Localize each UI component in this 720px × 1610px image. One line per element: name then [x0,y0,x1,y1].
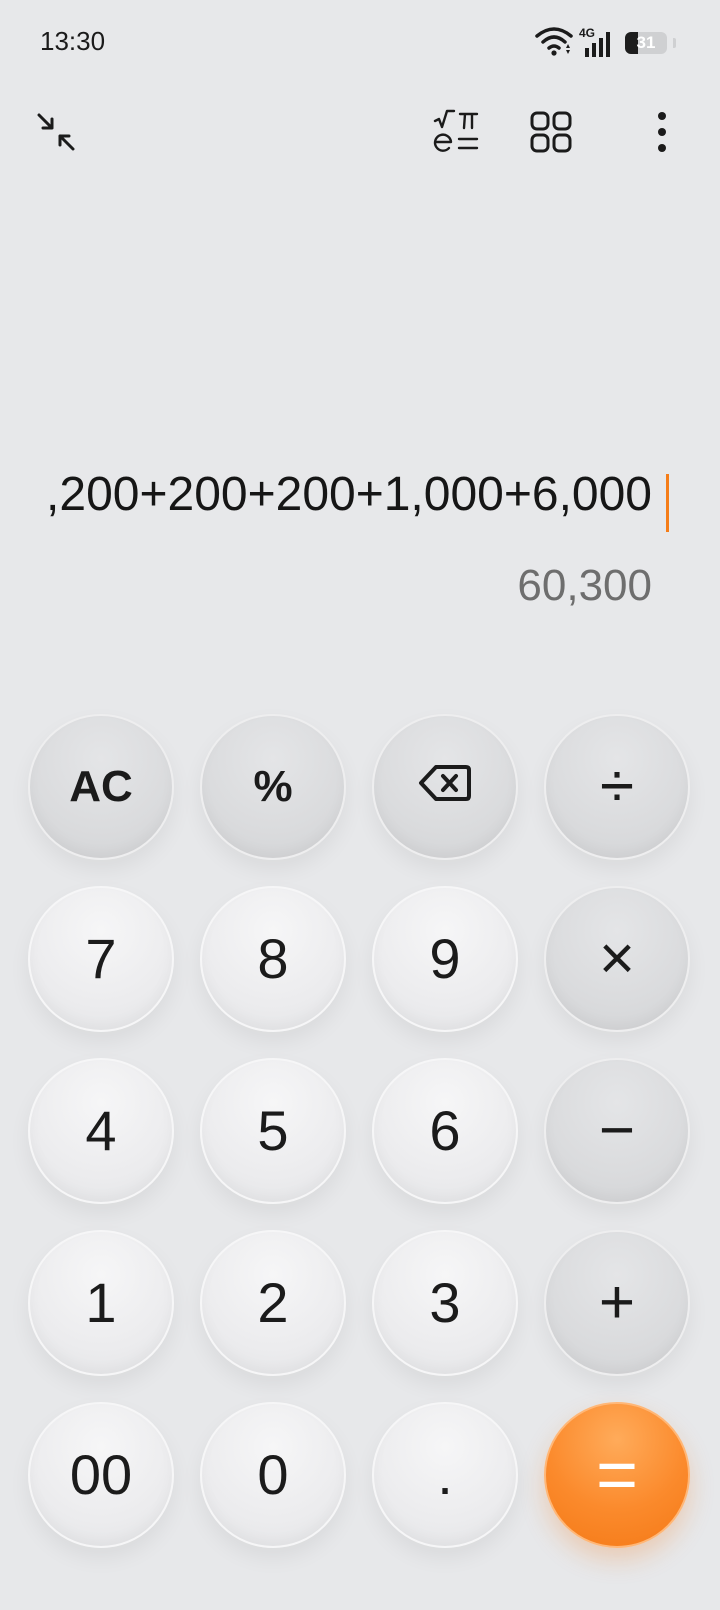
divide-button[interactable]: ÷ [544,714,690,860]
key-label: + [598,1268,636,1337]
key-label: 2 [257,1271,289,1334]
subtract-button[interactable]: − [544,1058,690,1204]
cellular-signal-icon: 4G [579,26,615,58]
key-label: 7 [85,927,117,990]
key-label: × [598,924,636,993]
wifi-icon [535,26,573,61]
digit-2-button[interactable]: 2 [200,1230,346,1376]
add-button[interactable]: + [544,1230,690,1376]
key-label: % [253,762,293,811]
clear-button[interactable]: AC [28,714,174,860]
digit-6-button[interactable]: 6 [372,1058,518,1204]
more-vert-icon [656,111,668,158]
key-label: − [598,1096,636,1165]
digit-8-button[interactable]: 8 [200,886,346,1032]
key-label: 9 [429,927,461,990]
multiply-button[interactable]: × [544,886,690,1032]
key-label: ÷ [599,752,635,821]
digit-9-button[interactable]: 9 [372,886,518,1032]
status-time: 13:30 [40,26,106,56]
scientific-icon [431,109,481,160]
battery-level: 31 [636,33,656,52]
key-label: 6 [429,1099,461,1162]
expression-display[interactable]: ,200+200+200+1,000+6,000 [46,462,652,528]
keypad: AC% ÷ 7 8 9 × 4 5 6−1 2 3 +00 0. = [28,714,692,1548]
digit-5-button[interactable]: 5 [200,1058,346,1204]
key-label: 0 [257,1443,289,1506]
digit-4-button[interactable]: 4 [28,1058,174,1204]
decimal-button[interactable]: . [372,1402,518,1548]
status-icons: 4G 31 [535,26,676,60]
apps-grid-icon [529,110,573,159]
percent-button[interactable]: % [200,714,346,860]
key-label: . [437,1443,453,1506]
apps-grid-button[interactable] [521,104,581,164]
key-label: 8 [257,927,289,990]
key-label: = [595,1435,639,1515]
scientific-mode-button[interactable] [426,104,486,164]
text-cursor [666,474,669,532]
digit-7-button[interactable]: 7 [28,886,174,1032]
battery-icon: 31 [625,32,667,54]
backspace-button[interactable] [372,714,518,860]
key-label: 00 [69,1443,133,1506]
key-label: 1 [85,1271,117,1334]
double-zero-button[interactable]: 00 [28,1402,174,1548]
key-label: 5 [257,1099,289,1162]
result-display: 60,300 [517,561,652,610]
key-label: 3 [429,1271,461,1334]
equals-button[interactable]: = [544,1402,690,1548]
battery-nub [673,38,676,48]
more-options-button[interactable] [632,104,692,164]
status-bar: 13:30 4G 31 [0,0,720,86]
key-label: 4 [85,1099,117,1162]
minimize-button[interactable] [26,104,86,164]
digit-1-button[interactable]: 1 [28,1230,174,1376]
digit-3-button[interactable]: 3 [372,1230,518,1376]
digit-0-button[interactable]: 0 [200,1402,346,1548]
backspace-icon [418,763,472,811]
key-label: AC [69,762,133,811]
minimize-icon [35,111,77,158]
